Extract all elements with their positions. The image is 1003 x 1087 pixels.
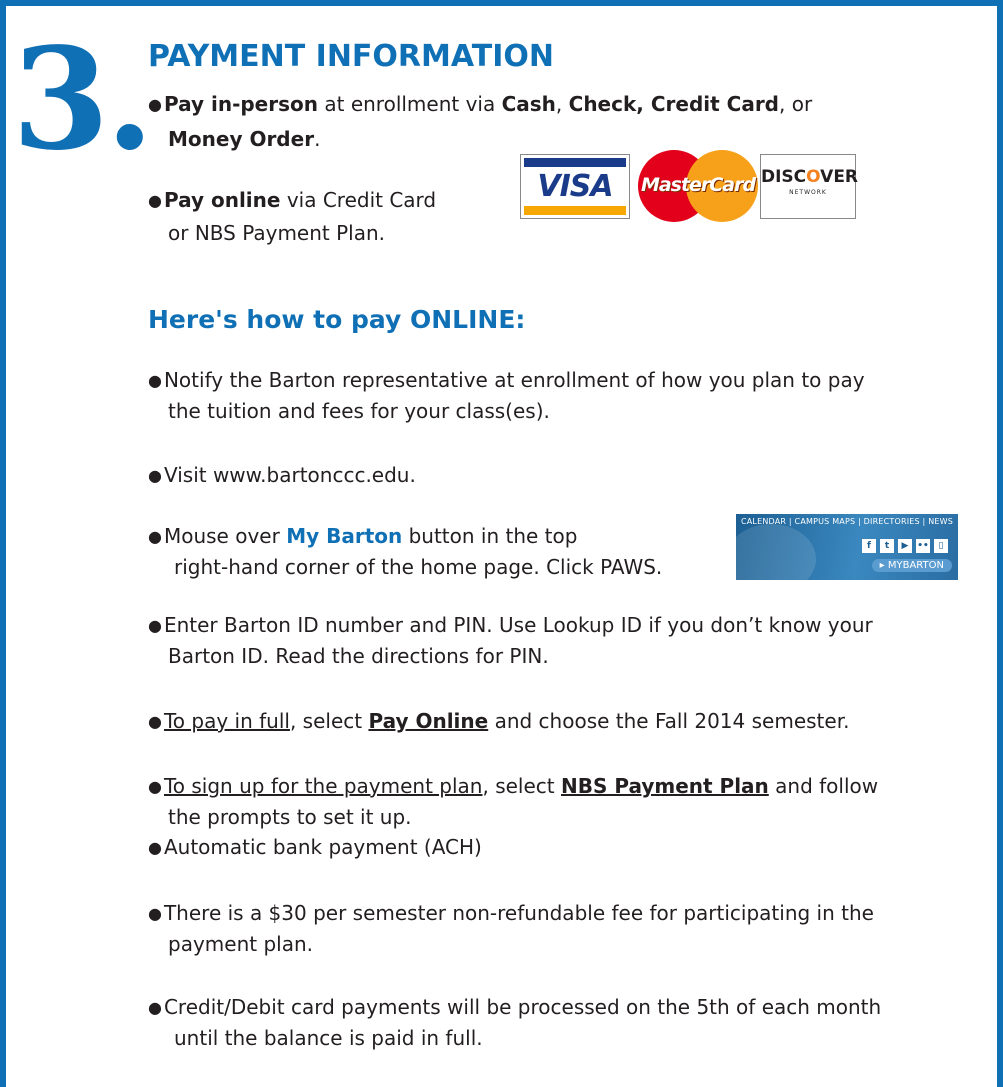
step-enter-id: ● Enter Barton ID number and PIN. Use Loo… [148, 613, 873, 668]
pay-in-person-line2: Money Order. [168, 127, 321, 151]
page-title: PAYMENT INFORMATION [148, 39, 555, 74]
pay-online-line1: ● Pay online via Credit Card [148, 188, 437, 212]
bullet-icon: ● [148, 466, 162, 485]
step-fee: ● There is a $30 per semester non-refunda… [148, 901, 874, 956]
step-pay-in-full: ● To pay in full, select Pay Online and c… [148, 709, 850, 733]
flickr-icon: •• [916, 539, 930, 553]
bullet-icon: ● [148, 616, 162, 635]
twitter-icon: t [880, 539, 894, 553]
step-visit: ● Visit www.bartonccc.edu. [148, 463, 416, 487]
bullet-icon: ● [148, 904, 162, 923]
bullet-icon: ● [148, 998, 162, 1017]
bullet-icon: ● [148, 371, 162, 390]
pay-in-person-line1: ● Pay in-person at enrollment via Cash, C… [148, 92, 813, 116]
bullet-icon: ● [148, 191, 162, 210]
bullet-icon: ● [148, 838, 162, 857]
my-barton-button: ▸ MYBARTON [871, 559, 952, 572]
my-barton-banner: CALENDAR | CAMPUS MAPS | DIRECTORIES | N… [736, 514, 958, 580]
bullet-icon: ● [148, 95, 162, 114]
step-mouse-over: ● Mouse over My Barton button in the top … [148, 524, 663, 579]
youtube-icon: ▶ [898, 539, 912, 553]
bullet-icon: ● [148, 527, 162, 546]
bullet-icon: ● [148, 777, 162, 796]
discover-logo: DISCOVER NETWORK [760, 154, 858, 219]
mobile-icon: ▯ [934, 539, 948, 553]
step-payment-plan: ● To sign up for the payment plan, select… [148, 774, 879, 859]
section-number: 3. [12, 18, 154, 182]
facebook-icon: f [862, 539, 876, 553]
howto-title: Here's how to pay ONLINE: [148, 305, 526, 334]
mastercard-logo: MasterCard [638, 150, 758, 222]
pay-online-line2: or NBS Payment Plan. [168, 221, 386, 245]
bullet-icon: ● [148, 712, 162, 731]
step-notify: ● Notify the Barton representative at enr… [148, 368, 865, 423]
step-card-processing: ● Credit/Debit card payments will be proc… [148, 995, 882, 1050]
visa-logo: VISA [520, 154, 630, 219]
